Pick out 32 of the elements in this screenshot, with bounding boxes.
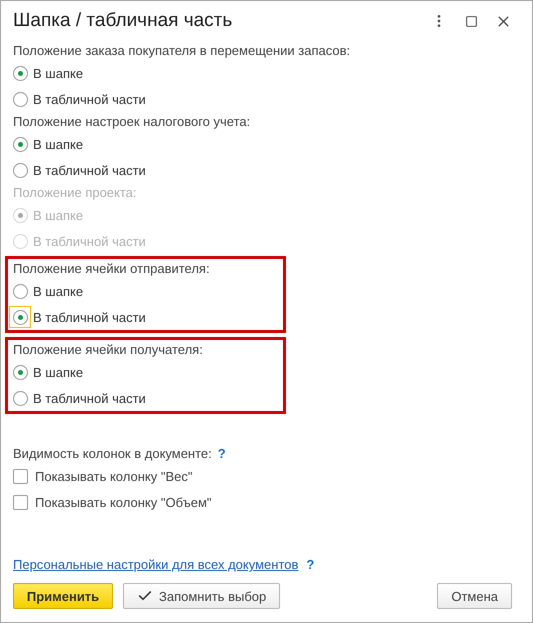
radio-button[interactable] <box>12 162 28 178</box>
group-label: Положение заказа покупателя в перемещении запасов: <box>13 42 352 60</box>
radio-option[interactable]: В шапке <box>13 359 278 385</box>
group-label: Положение ячейки отправителя: <box>13 260 211 278</box>
checkbox-option[interactable]: Показывать колонку "Вес" <box>13 463 512 489</box>
section-label: Видимость колонок в документе: <box>13 446 212 461</box>
checkbox-option[interactable]: Показывать колонку "Объем" <box>13 489 512 515</box>
help-link[interactable]: ? <box>218 446 226 461</box>
settings-link[interactable]: Персональные настройки для всех документов <box>13 557 298 572</box>
group-label: Положение ячейки получателя: <box>13 341 204 359</box>
radio-option[interactable]: В табличной части <box>13 157 512 183</box>
cancel-button[interactable]: Отмена <box>437 583 512 609</box>
radio-button[interactable] <box>12 390 28 406</box>
radio-option[interactable]: В табличной части <box>13 385 278 411</box>
group-label: Положение проекта: <box>13 184 138 202</box>
radio-option[interactable]: В шапке <box>13 60 512 86</box>
radio-button[interactable] <box>12 310 28 324</box>
radio-option[interactable]: В шапке <box>13 278 278 304</box>
radio-button[interactable] <box>12 66 28 80</box>
checkbox[interactable] <box>13 468 28 484</box>
radio-button[interactable] <box>12 284 28 298</box>
group-label: Положение настроек налогового учета: <box>13 113 252 131</box>
remember-button[interactable]: Запомнить выбор <box>123 583 280 609</box>
radio-button[interactable] <box>12 364 28 380</box>
radio-option[interactable]: В шапке <box>13 131 512 157</box>
checkbox[interactable] <box>13 494 28 510</box>
window-title: Шапка / табличная часть <box>13 10 234 32</box>
radio-button[interactable] <box>12 92 28 106</box>
help-link[interactable]: ? <box>306 557 314 572</box>
radio-option[interactable]: В табличной части <box>13 86 512 112</box>
radio-button[interactable] <box>12 136 28 152</box>
apply-button[interactable]: Применить <box>13 583 113 609</box>
